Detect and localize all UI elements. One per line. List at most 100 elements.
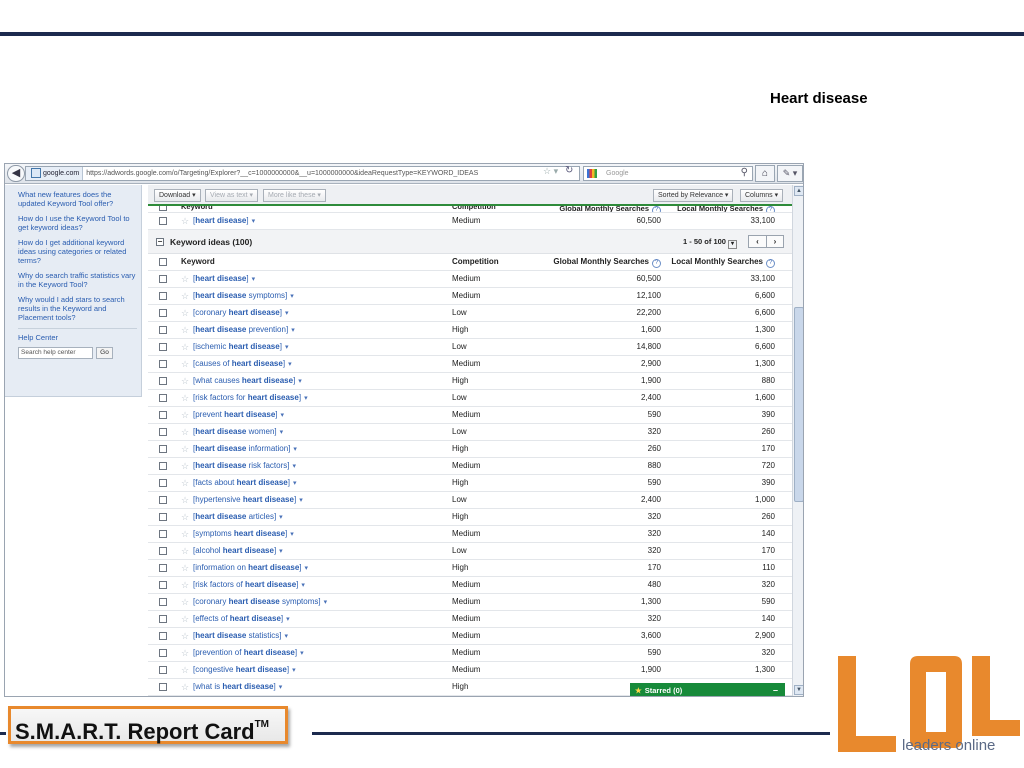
row-checkbox[interactable] [159,564,167,572]
chevron-down-icon[interactable]: ▾ [292,667,296,674]
chevron-right-icon[interactable]: › [766,236,783,247]
scrollbar[interactable]: ▲ ▼ [792,185,803,696]
help-link-add-stars[interactable]: Why would I add stars to search results … [18,295,137,322]
keyword-link[interactable]: [heart disease] ▾ [193,213,255,230]
addon-icon[interactable]: ✎ ▾ [777,165,803,182]
row-checkbox[interactable] [159,462,167,470]
question-icon[interactable]: ? [766,259,775,268]
chevron-down-icon[interactable]: ▾ [285,633,289,640]
help-link-new-features[interactable]: What new features does the updated Keywo… [18,190,137,208]
chevron-down-icon[interactable]: ▾ [293,446,297,453]
keyword-link[interactable]: [effects of heart disease] ▾ [193,611,290,628]
star-icon[interactable]: ☆ [181,679,189,695]
back-arrow-icon[interactable]: ◀ [7,165,25,182]
chevron-down-icon[interactable]: ▾ [293,480,297,487]
view-as-text-button[interactable]: View as text ▾ [205,189,259,202]
collapse-toggle[interactable]: − [156,238,164,246]
keyword-link[interactable]: [coronary heart disease] ▾ [193,305,288,322]
row-checkbox[interactable] [159,530,167,538]
sort-dropdown[interactable]: Sorted by Relevance ▾ [653,189,734,202]
row-checkbox[interactable] [159,411,167,419]
columns-dropdown[interactable]: Columns ▾ [740,189,784,202]
keyword-link[interactable]: [alcohol heart disease] ▾ [193,543,283,560]
star-icon[interactable]: ☆ [181,577,189,593]
chevron-down-icon[interactable]: ▾ [286,616,290,623]
more-like-these-button[interactable]: More like these ▾ [263,189,326,202]
chevron-down-icon[interactable]: ▾ [291,327,295,334]
help-center-link[interactable]: Help Center [18,328,137,342]
scroll-thumb[interactable] [794,307,803,502]
chevron-down-icon[interactable]: ▾ [301,582,305,589]
star-icon[interactable]: ☆ [181,356,189,372]
keyword-link[interactable]: [what is heart disease] ▾ [193,679,282,696]
keyword-link[interactable]: [symptoms heart disease] ▾ [193,526,294,543]
chevron-down-icon[interactable]: ▾ [279,684,283,691]
chevron-down-icon[interactable]: ▾ [300,650,304,657]
keyword-column-header[interactable]: Keyword [181,254,215,270]
competition-column-header[interactable]: Competition [452,254,499,270]
star-icon[interactable]: ☆ [181,271,189,287]
chevron-down-icon[interactable]: ▾ [285,344,289,351]
row-checkbox[interactable] [159,309,167,317]
star-icon[interactable]: ☆ [181,213,189,229]
star-icon[interactable]: ☆ [181,543,189,559]
keyword-link[interactable]: [coronary heart disease symptoms] ▾ [193,594,327,611]
row-checkbox[interactable] [159,343,167,351]
url-field[interactable]: google.com https://adwords.google.com/o/T… [25,166,580,181]
keyword-link[interactable]: [ischemic heart disease] ▾ [193,339,288,356]
star-icon[interactable]: ☆ [181,662,189,678]
help-link-additional-ideas[interactable]: How do I get additional keyword ideas us… [18,238,137,265]
keyword-link[interactable]: [congestive heart disease] ▾ [193,662,296,679]
row-checkbox[interactable] [159,581,167,589]
chevron-down-icon[interactable]: ▾ [280,429,284,436]
star-icon[interactable]: ☆ [181,458,189,474]
select-all-checkbox[interactable] [159,206,167,211]
star-icon[interactable]: ☆ [181,390,189,406]
star-icon[interactable]: ☆ [181,645,189,661]
chevron-down-icon[interactable]: ▾ [299,497,303,504]
chevron-down-icon[interactable]: ▾ [290,531,294,538]
star-icon[interactable]: ☆ [181,288,189,304]
star-icon[interactable]: ☆ [181,509,189,525]
row-checkbox[interactable] [159,326,167,334]
chevron-down-icon[interactable]: ▾ [252,218,256,225]
star-icon[interactable]: ☆ [181,322,189,338]
star-icon[interactable]: ☆ [181,611,189,627]
row-checkbox[interactable] [159,445,167,453]
chevron-down-icon[interactable]: ▾ [305,565,309,572]
chevron-down-icon[interactable]: ▾ [279,548,283,555]
keyword-link[interactable]: [heart disease symptoms] ▾ [193,288,294,305]
chevron-down-icon[interactable]: ▾ [293,463,297,470]
star-icon[interactable]: ☆ [181,492,189,508]
help-link-use-tool[interactable]: How do I use the Keyword Tool to get key… [18,214,137,232]
chevron-down-icon[interactable]: ▾ [304,395,308,402]
keyword-link[interactable]: [information on heart disease] ▾ [193,560,308,577]
row-checkbox[interactable] [159,496,167,504]
keyword-link[interactable]: [heart disease articles] ▾ [193,509,283,526]
star-icon[interactable]: ☆ [181,339,189,355]
home-icon[interactable]: ⌂ [755,165,775,182]
row-checkbox[interactable] [159,513,167,521]
chevron-down-icon[interactable]: ▾ [252,276,256,283]
pager-dropdown[interactable]: ▾ [727,240,737,249]
chevron-down-icon[interactable]: ▾ [279,514,283,521]
question-icon[interactable]: ? [766,206,775,212]
competition-column-header[interactable]: Competition [452,206,496,210]
star-icon[interactable]: ☆ [181,305,189,321]
row-checkbox[interactable] [159,615,167,623]
go-button[interactable]: Go [96,347,113,359]
chevron-down-icon[interactable]: ▾ [281,412,285,419]
help-link-traffic-stats[interactable]: Why do search traffic statistics vary in… [18,271,137,289]
minimize-button[interactable]: – [773,683,778,696]
row-checkbox[interactable] [159,666,167,674]
star-icon[interactable]: ☆ [181,560,189,576]
keyword-link[interactable]: [heart disease risk factors] ▾ [193,458,296,475]
star-icon[interactable]: ☆ [181,475,189,491]
scroll-down-icon[interactable]: ▼ [794,685,803,695]
row-checkbox[interactable] [159,217,167,225]
row-checkbox[interactable] [159,360,167,368]
starred-panel[interactable]: ★ Starred (0) – [630,683,785,696]
reload-icon[interactable]: ↻ [565,165,573,176]
keyword-link[interactable]: [heart disease prevention] ▾ [193,322,295,339]
select-all-ideas-checkbox[interactable] [159,258,167,266]
